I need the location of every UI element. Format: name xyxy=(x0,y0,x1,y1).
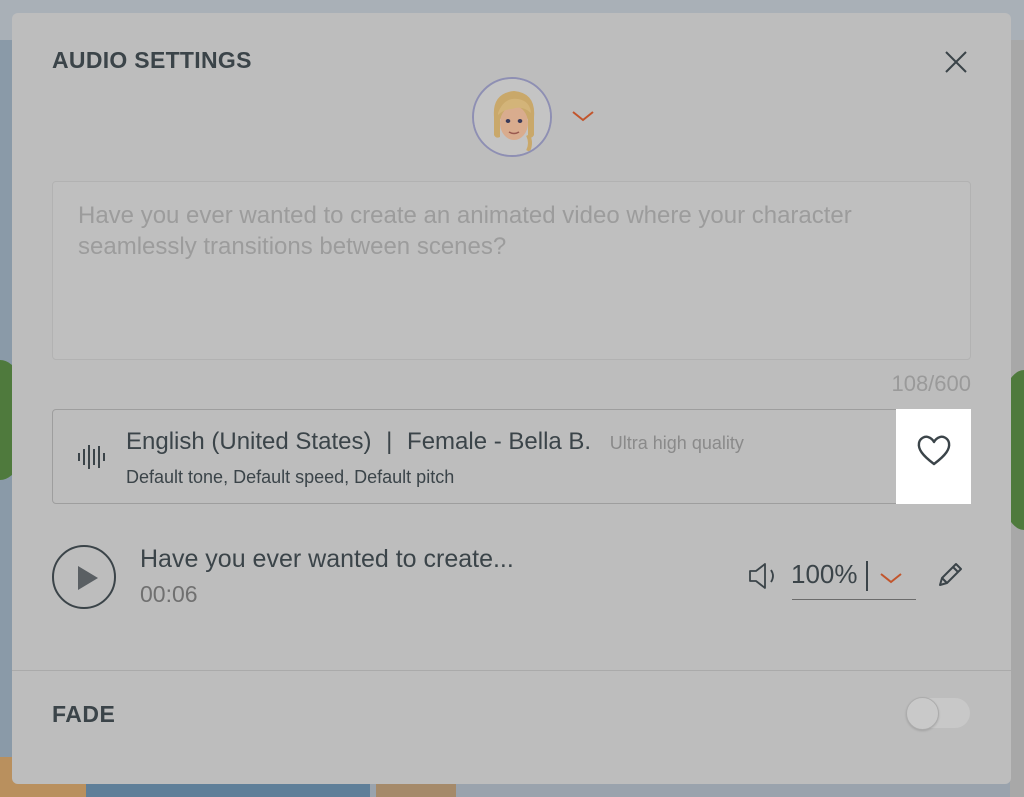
voice-settings-summary: Default tone, Default speed, Default pit… xyxy=(126,467,455,487)
fade-toggle[interactable] xyxy=(906,697,970,730)
section-divider xyxy=(12,670,1011,671)
volume-value[interactable]: 100% xyxy=(791,559,858,590)
voice-quality: Ultra high quality xyxy=(609,433,744,453)
background-ground-mid xyxy=(86,783,370,797)
voice-description: English (United States) | Female - Bella… xyxy=(126,428,744,456)
play-button[interactable] xyxy=(52,545,116,609)
fade-toggle-knob xyxy=(906,697,939,730)
favorite-voice-button[interactable] xyxy=(896,409,971,504)
voice-selector-card[interactable]: English (United States) | Female - Bella… xyxy=(52,409,971,504)
chevron-down-icon xyxy=(572,111,594,122)
speaker-icon xyxy=(749,563,774,589)
voice-name: Female - Bella B. xyxy=(407,428,592,455)
volume-separator xyxy=(866,561,868,591)
fade-label: FADE xyxy=(52,701,116,727)
character-avatar[interactable] xyxy=(472,77,552,157)
voice-language: English (United States) xyxy=(126,428,372,455)
volume-dropdown-button[interactable] xyxy=(878,569,904,587)
clip-duration: 00:06 xyxy=(140,581,198,607)
play-icon xyxy=(78,566,98,590)
script-text-input[interactable]: Have you ever wanted to create an animat… xyxy=(52,181,971,360)
character-count: 108/600 xyxy=(891,371,971,396)
background-ground-right xyxy=(376,783,456,797)
chevron-down-icon xyxy=(880,573,902,584)
audio-settings-dialog: AUDIO SETTINGS Have you ever wanted to c… xyxy=(12,13,1011,784)
character-face-image xyxy=(474,79,550,155)
clip-title: Have you ever wanted to create... xyxy=(140,545,514,573)
edit-button[interactable] xyxy=(934,559,966,591)
avatar-dropdown-button[interactable] xyxy=(570,107,596,125)
volume-underline xyxy=(792,599,916,600)
voice-separator: | xyxy=(386,428,393,455)
dialog-title: AUDIO SETTINGS xyxy=(52,47,252,73)
close-icon xyxy=(945,51,967,73)
close-button[interactable] xyxy=(942,48,970,76)
heart-icon xyxy=(917,435,951,466)
pencil-icon xyxy=(939,563,962,586)
waveform-icon xyxy=(78,445,105,469)
